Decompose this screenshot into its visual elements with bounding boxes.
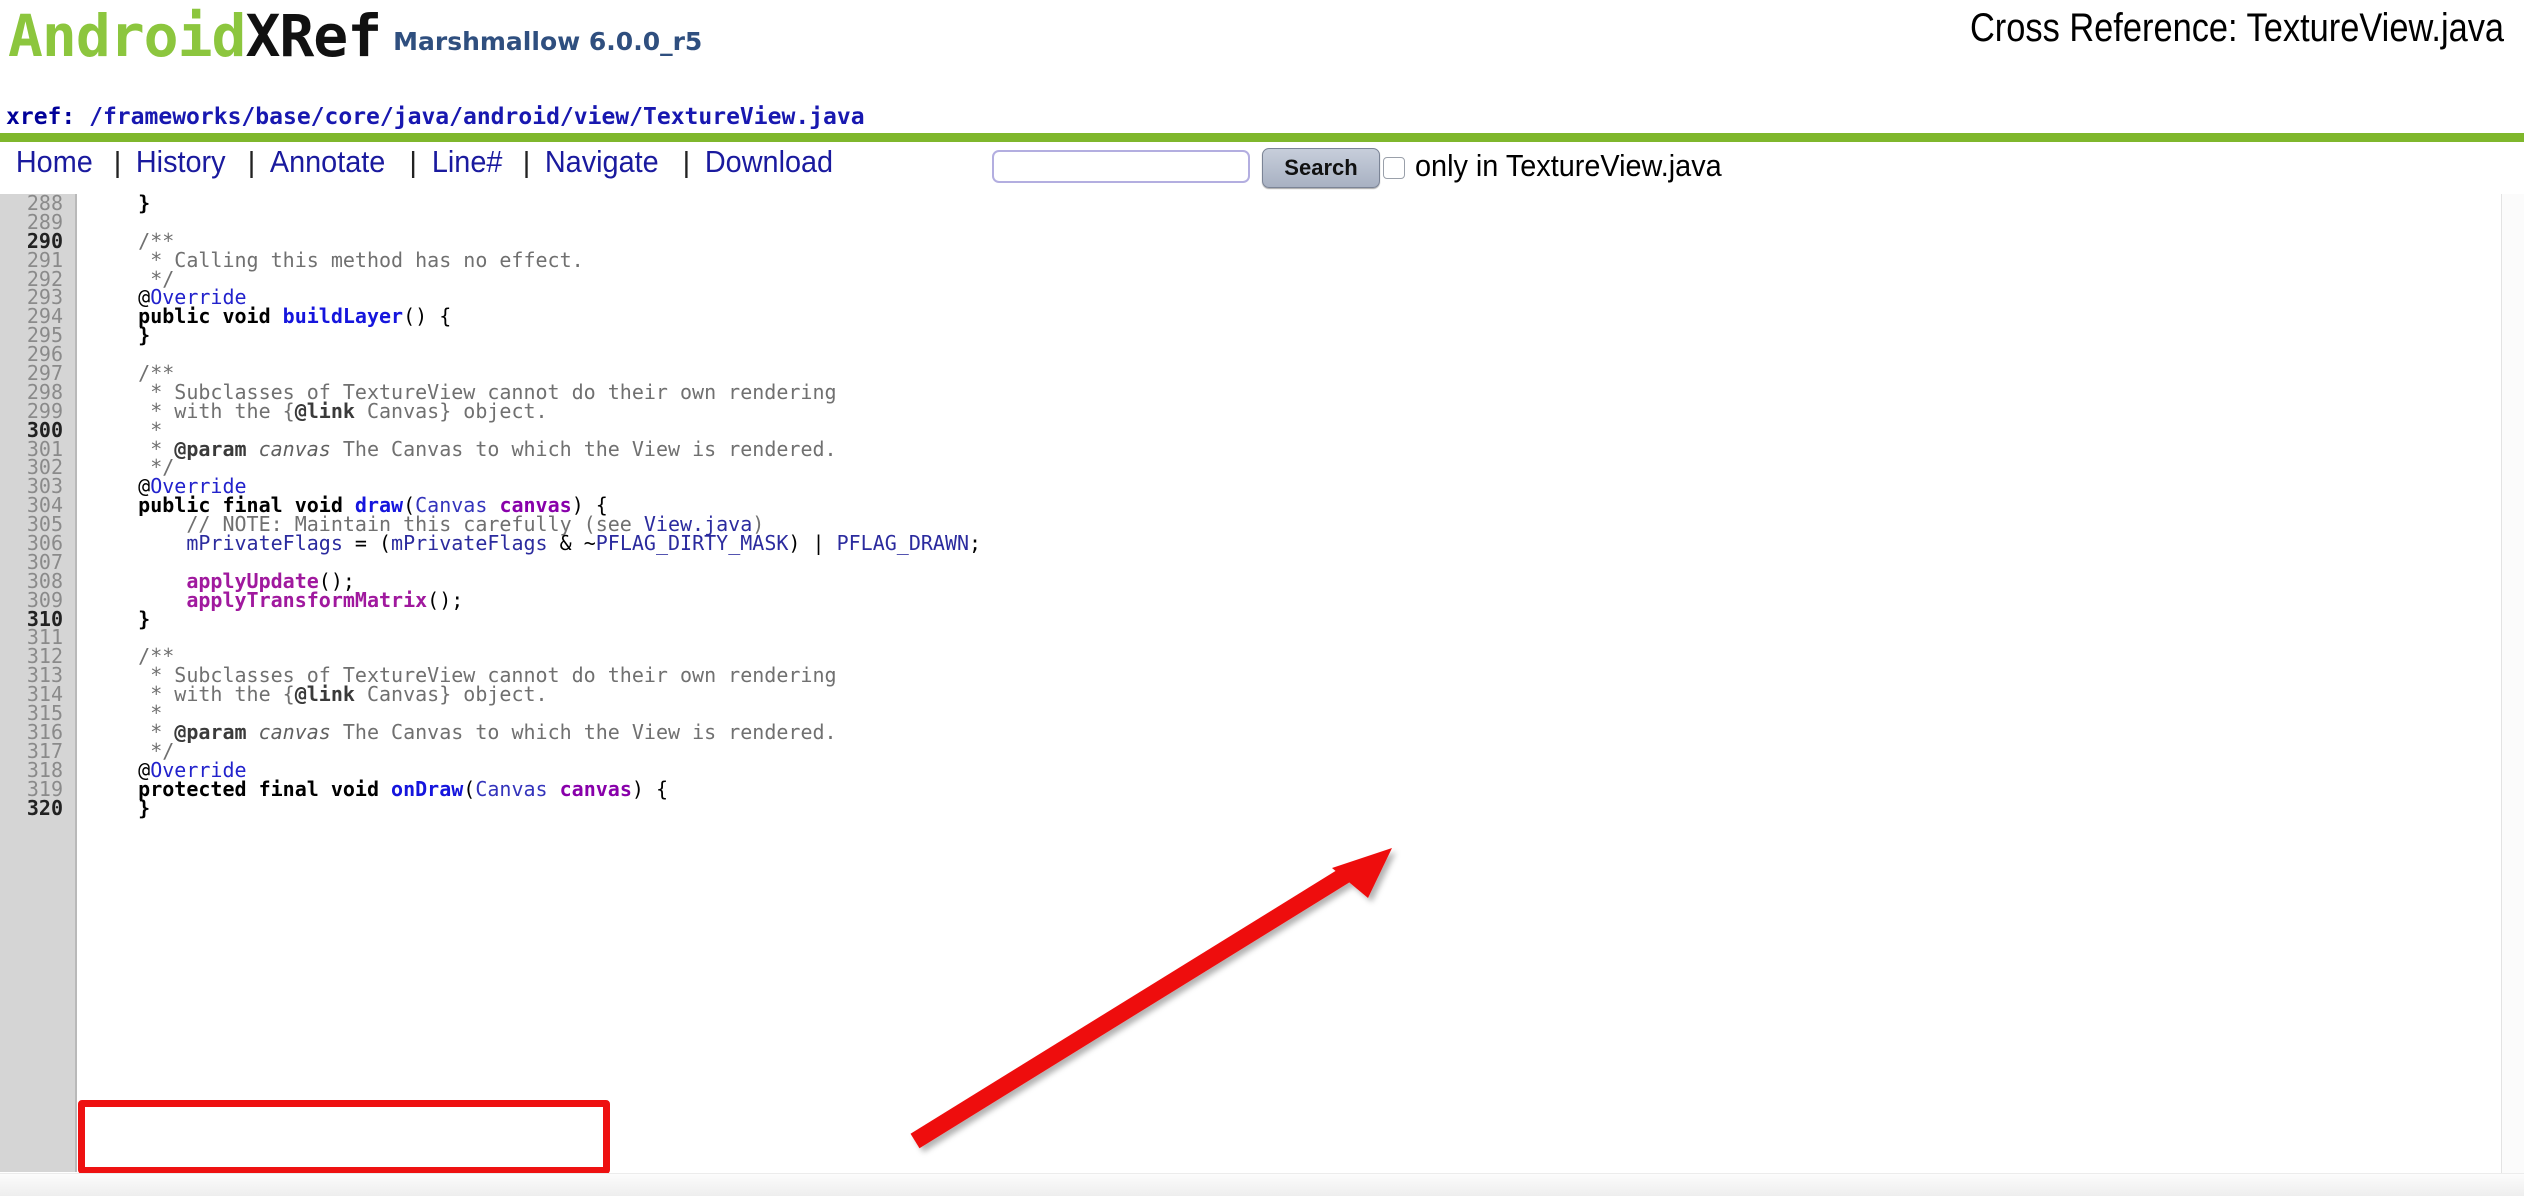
code-line: 307 (0, 552, 2524, 572)
code-token[interactable]: Canvas (475, 777, 547, 801)
logo-android-text: Android (8, 2, 246, 70)
code-token: @param (174, 436, 247, 461)
code-token: The Canvas to which the View is rendered… (330, 719, 837, 744)
nav-item-download[interactable]: Download (703, 144, 835, 180)
code-token: ) { (631, 776, 669, 801)
code-line: 288 } (0, 194, 2524, 213)
code-token: canvas (258, 436, 331, 461)
code-lines-container: 288 } 289 290 /** 291 * Calling this method… (0, 194, 2524, 820)
code-text: mPrivateFlags = (mPrivateFlags & ~PFLAG_… (75, 531, 982, 556)
code-token[interactable]: mPrivateFlags (391, 531, 548, 555)
code-text: } (75, 795, 151, 820)
code-text: } (75, 194, 150, 213)
code-token: } (90, 194, 151, 215)
code-token: () { (403, 304, 452, 329)
nav-item-annotate[interactable]: Annotate (268, 144, 387, 180)
code-line: 292 */ (0, 269, 2524, 289)
nav-separator: | (113, 147, 122, 179)
code-token[interactable]: buildLayer (283, 304, 403, 328)
code-token: public void (138, 304, 283, 329)
code-text: } (75, 606, 151, 631)
code-token: @link (294, 398, 355, 423)
code-line: 296 (0, 344, 2524, 364)
code-token: ; (969, 531, 982, 556)
line-number[interactable]: 320 (0, 798, 75, 818)
code-text: * @param canvas The Canvas to which the … (75, 436, 837, 461)
code-token: } (90, 323, 151, 348)
nav-item-home[interactable]: Home (14, 144, 95, 180)
code-line: 295 } (0, 323, 2524, 348)
code-line: 317 */ (0, 741, 2524, 761)
code-token: The Canvas to which the View is rendered… (330, 436, 837, 461)
code-line: 316 * @param canvas The Canvas to which … (0, 719, 2524, 744)
code-line: 289 (0, 212, 2524, 232)
code-token[interactable]: PFLAG_DIRTY_MASK (596, 531, 789, 555)
nav-item-navigate[interactable]: Navigate (543, 144, 661, 180)
search-input[interactable] (992, 150, 1250, 183)
code-token[interactable]: onDraw (391, 777, 463, 801)
code-line: 291 * Calling this method has no effect. (0, 250, 2524, 270)
only-in-file-checkbox[interactable] (1383, 157, 1405, 179)
code-token: canvas (559, 776, 632, 801)
code-token: protected final void (138, 776, 392, 801)
site-logo[interactable]: AndroidXRef Marshmallow 6.0.0_r5 (8, 2, 702, 70)
source-code-viewer: 288 } 289 290 /** 291 * Calling this method… (0, 194, 2524, 1172)
page-title: Cross Reference: TextureView.java (1969, 6, 2504, 50)
code-line: 294 public void buildLayer() { (0, 304, 2524, 329)
code-token[interactable]: applyTransformMatrix (186, 588, 427, 612)
code-line: 310 } (0, 606, 2524, 631)
nav-separator: | (682, 147, 691, 179)
code-line: 301 * @param canvas The Canvas to which … (0, 436, 2524, 461)
page-header: AndroidXRef Marshmallow 6.0.0_r5 Cross Re… (0, 0, 2524, 100)
code-text: * @param canvas The Canvas to which the … (75, 719, 837, 744)
green-divider (0, 133, 2524, 142)
code-token[interactable]: mPrivateFlags (186, 531, 343, 555)
code-text: protected final void onDraw(Canvas canva… (75, 776, 669, 801)
code-token: Canvas} object. (354, 398, 548, 423)
only-in-file-label: only in TextureView.java (1415, 148, 1722, 183)
code-token: @param (174, 719, 247, 744)
code-text: } (75, 323, 151, 348)
code-token: ( (463, 776, 476, 801)
xref-path-link[interactable]: /frameworks/base/core/java/android/view/… (89, 104, 864, 130)
logo-version-text: Marshmallow 6.0.0_r5 (393, 27, 703, 56)
horizontal-scrollbar[interactable] (0, 1173, 2524, 1196)
vertical-scrollbar[interactable] (2501, 194, 2524, 1196)
code-line: 311 (0, 628, 2524, 648)
code-token: = ( (342, 531, 392, 556)
code-line: 319 protected final void onDraw(Canvas c… (0, 776, 2524, 801)
code-line: 302 */ (0, 457, 2524, 477)
code-token: } (90, 795, 151, 820)
code-token: } (90, 606, 151, 631)
code-token: ) | (788, 531, 837, 556)
code-token: (); (427, 587, 464, 612)
code-line: 314 * with the {@link Canvas} object. (0, 682, 2524, 707)
code-token: @link (294, 682, 355, 707)
search-button[interactable]: Search (1262, 148, 1380, 188)
code-line: 309 applyTransformMatrix(); (0, 587, 2524, 612)
code-token: & ~ (547, 531, 596, 556)
xref-label: xref: (6, 104, 76, 130)
code-line: 320 } (0, 795, 2524, 820)
code-line: 299 * with the {@link Canvas} object. (0, 398, 2524, 423)
code-line: 306 mPrivateFlags = (mPrivateFlags & ~PF… (0, 531, 2524, 556)
nav-separator: | (247, 147, 256, 179)
nav-item-linenumber[interactable]: Line# (430, 144, 504, 180)
code-token: Canvas} object. (354, 682, 548, 707)
code-token: canvas (258, 719, 331, 744)
nav-item-history[interactable]: History (134, 144, 227, 180)
logo-xref-text: XRef (245, 2, 382, 70)
code-token[interactable]: PFLAG_DRAWN (837, 531, 969, 555)
nav-separator: | (409, 147, 417, 179)
nav-separator: | (522, 147, 531, 179)
breadcrumb: xref: /frameworks/base/core/java/android… (0, 104, 2524, 134)
